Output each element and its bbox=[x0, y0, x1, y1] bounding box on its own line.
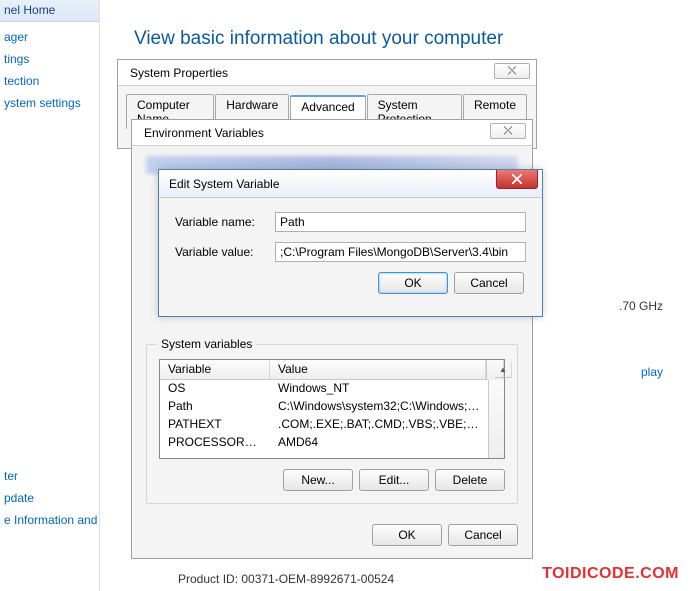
variable-value-input[interactable] bbox=[275, 242, 526, 262]
cancel-button[interactable]: Cancel bbox=[448, 524, 518, 546]
close-button[interactable]: ⤬ bbox=[494, 63, 530, 79]
system-variables-group: System variables Variable Value ▲ OSWind… bbox=[146, 344, 518, 504]
variable-value-label: Variable value: bbox=[175, 245, 275, 259]
cell-variable: PATHEXT bbox=[160, 417, 270, 433]
cell-variable: Path bbox=[160, 399, 270, 415]
cell-variable: OS bbox=[160, 381, 270, 397]
sidebar-link[interactable]: tection bbox=[4, 74, 99, 88]
scroll-up-button[interactable]: ▲ bbox=[486, 360, 504, 380]
sidebar-see-also: ter pdate e Information and bbox=[4, 469, 97, 535]
table-header[interactable]: Variable Value ▲ bbox=[160, 360, 504, 380]
ok-button[interactable]: OK bbox=[378, 272, 448, 294]
system-variables-legend: System variables bbox=[157, 337, 256, 351]
environment-variables-title-text: Environment Variables bbox=[144, 126, 264, 140]
ok-button[interactable]: OK bbox=[372, 524, 442, 546]
sidebar: nel Home ager tings tection ystem settin… bbox=[0, 0, 100, 591]
display-link[interactable]: play bbox=[641, 365, 663, 379]
edit-variable-titlebar[interactable]: Edit System Variable bbox=[159, 170, 542, 198]
variable-name-label: Variable name: bbox=[175, 215, 275, 229]
cpu-speed-label: .70 GHz bbox=[619, 299, 663, 313]
sidebar-link[interactable]: ager bbox=[4, 30, 99, 44]
cell-value: AMD64 bbox=[270, 435, 488, 451]
edit-button[interactable]: Edit... bbox=[359, 469, 429, 491]
edit-variable-body: Variable name: Variable value: OK Cancel bbox=[159, 198, 542, 308]
watermark: TOIDICODE.COM bbox=[542, 565, 679, 583]
scrollbar[interactable] bbox=[488, 380, 504, 458]
system-properties-titlebar[interactable]: System Properties ⤬ bbox=[118, 60, 536, 86]
edit-variable-title-text: Edit System Variable bbox=[169, 177, 280, 191]
close-button[interactable]: ⤬ bbox=[490, 123, 526, 139]
system-properties-title-text: System Properties bbox=[130, 66, 228, 80]
close-button[interactable] bbox=[496, 170, 538, 189]
sidebar-home-link[interactable]: nel Home bbox=[0, 0, 99, 22]
environment-variables-titlebar[interactable]: Environment Variables ⤬ bbox=[132, 120, 532, 146]
edit-system-variable-dialog: Edit System Variable Variable name: Vari… bbox=[158, 169, 543, 317]
cell-variable: PROCESSOR_A... bbox=[160, 435, 270, 451]
table-row[interactable]: PROCESSOR_A...AMD64 bbox=[160, 434, 488, 452]
new-button[interactable]: New... bbox=[283, 469, 353, 491]
sidebar-links: ager tings tection ystem settings bbox=[0, 22, 99, 110]
sidebar-see-also-link[interactable]: e Information and bbox=[4, 513, 97, 527]
cell-value: C:\Windows\system32;C:\Windows;C:\... bbox=[270, 399, 488, 415]
sidebar-link[interactable]: ystem settings bbox=[4, 96, 99, 110]
page-title: View basic information about your comput… bbox=[134, 28, 691, 50]
system-variables-table[interactable]: Variable Value ▲ OSWindows_NT PathC:\Win… bbox=[159, 359, 505, 459]
table-rows: OSWindows_NT PathC:\Windows\system32;C:\… bbox=[160, 380, 488, 458]
column-header-value[interactable]: Value bbox=[270, 360, 486, 379]
cell-value: Windows_NT bbox=[270, 381, 488, 397]
table-row[interactable]: PathC:\Windows\system32;C:\Windows;C:\..… bbox=[160, 398, 488, 416]
chevron-up-icon: ▲ bbox=[495, 362, 512, 378]
table-row[interactable]: PATHEXT.COM;.EXE;.BAT;.CMD;.VBS;.VBE;.JS… bbox=[160, 416, 488, 434]
table-row[interactable]: OSWindows_NT bbox=[160, 380, 488, 398]
cancel-button[interactable]: Cancel bbox=[454, 272, 524, 294]
product-id-label: Product ID: 00371-OEM-8992671-00524 bbox=[178, 572, 394, 586]
sidebar-see-also-link[interactable]: ter bbox=[4, 469, 97, 483]
sidebar-see-also-link[interactable]: pdate bbox=[4, 491, 97, 505]
delete-button[interactable]: Delete bbox=[435, 469, 505, 491]
sidebar-link[interactable]: tings bbox=[4, 52, 99, 66]
variable-name-input[interactable] bbox=[275, 212, 526, 232]
cell-value: .COM;.EXE;.BAT;.CMD;.VBS;.VBE;.JS;.... bbox=[270, 417, 488, 433]
column-header-variable[interactable]: Variable bbox=[160, 360, 270, 379]
